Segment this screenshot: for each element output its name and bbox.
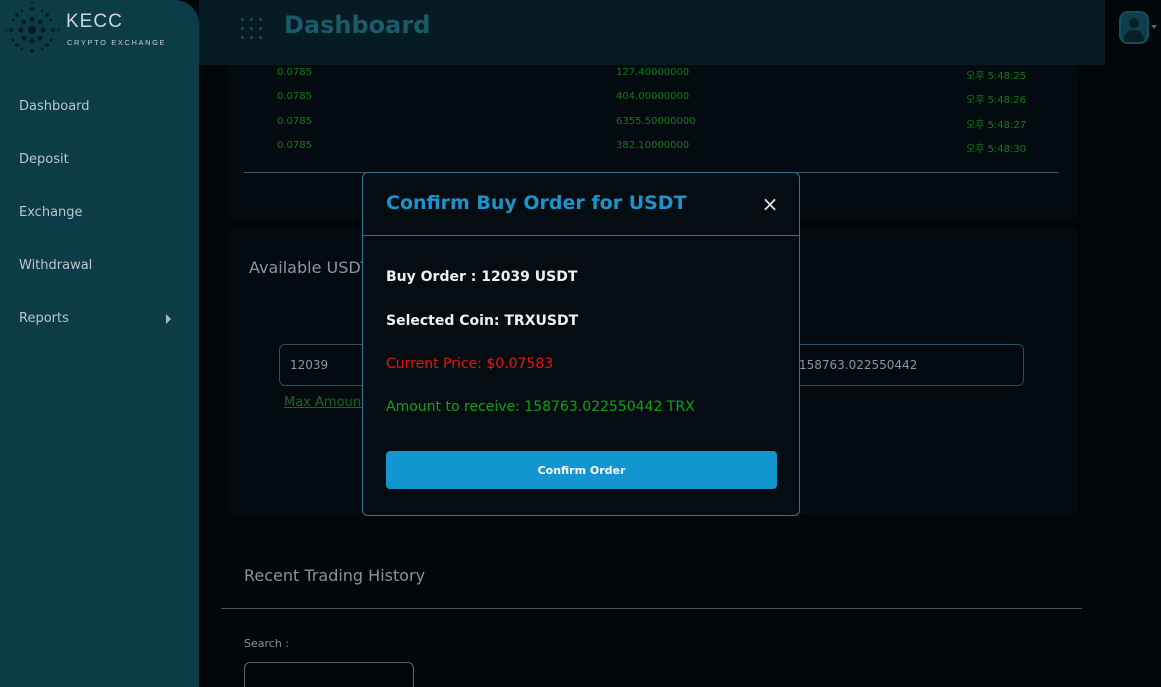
trade-amount: 382.10000000 [616,139,690,151]
modal-title: Confirm Buy Order for USDT [386,192,687,214]
modal-header: Confirm Buy Order for USDT × [363,173,799,236]
sidebar-item-label: Exchange [19,205,83,220]
current-price-text: Current Price: $0.07583 [386,356,554,372]
sidebar-item-label: Dashboard [19,99,90,114]
trade-amount: 404.00000000 [616,91,690,103]
trade-price: 0.0785 [277,139,312,151]
confirm-order-modal: Confirm Buy Order for USDT × Buy Order :… [362,172,800,516]
trade-amount: 127.40000000 [616,67,690,78]
user-avatar-icon[interactable] [1119,11,1149,44]
sidebar-item-label: Deposit [19,152,69,167]
grid-dots-icon[interactable] [241,18,263,40]
sidebar-item-deposit[interactable]: Deposit [0,133,199,186]
selected-coin-text: Selected Coin: TRXUSDT [386,313,579,329]
caret-right-icon [166,313,171,324]
sidebar-item-exchange[interactable]: Exchange [0,186,199,239]
sidebar-item-label: Withdrawal [19,258,93,273]
table-row: 0.0785 127.40000000 오후 5:48:25 [244,62,1059,86]
trade-price: 0.0785 [277,67,312,78]
brand-logo[interactable]: KECC CRYPTO EXCHANGE [4,2,194,60]
trade-price: 0.0785 [277,115,312,127]
history-title: Recent Trading History [244,566,426,585]
divider [221,608,1082,609]
buy-order-text: Buy Order : 12039 USDT [386,269,578,285]
table-row: 0.0785 6355.50000000 오후 5:48:27 [244,111,1059,135]
trade-time: 오후 5:48:25 [966,71,1027,82]
trade-amount: 6355.50000000 [616,115,696,127]
sidebar-item-dashboard[interactable]: Dashboard [0,80,199,133]
close-icon[interactable]: × [759,193,781,215]
amount-to-receive-text: Amount to receive: 158763.022550442 TRX [386,399,695,415]
trade-time: 오후 5:48:26 [966,95,1027,107]
trade-list: 0.0785 127.40000000 오후 5:48:25 0.0785 40… [244,62,1059,159]
search-input[interactable] [244,662,414,687]
sidebar-item-withdrawal[interactable]: Withdrawal [0,239,199,292]
top-header: Dashboard [199,0,1105,65]
sidebar-nav: Dashboard Deposit Exchange Withdrawal Re… [0,80,199,345]
available-usdt-label: Available USDT [249,258,371,277]
trade-time: 오후 5:48:30 [966,143,1027,155]
brand-name: KECC [66,11,123,32]
table-row: 0.0785 382.10000000 오후 5:48:30 [244,135,1059,159]
trade-time: 오후 5:48:27 [966,119,1027,131]
brand-tagline: CRYPTO EXCHANGE [67,38,167,47]
sidebar-item-reports[interactable]: Reports [0,292,199,345]
table-row: 0.0785 404.00000000 오후 5:48:26 [244,86,1059,110]
search-label: Search : [244,637,289,650]
sidebar: KECC CRYPTO EXCHANGE Dashboard Deposit E… [0,0,199,687]
sidebar-item-label: Reports [19,311,69,326]
page-title: Dashboard [284,11,431,39]
dotted-globe-icon [4,2,60,58]
chevron-down-icon[interactable] [1151,25,1157,29]
max-amount-link[interactable]: Max Amount [284,395,366,410]
trade-price: 0.0785 [277,91,312,103]
confirm-order-button[interactable]: Confirm Order [386,451,777,489]
